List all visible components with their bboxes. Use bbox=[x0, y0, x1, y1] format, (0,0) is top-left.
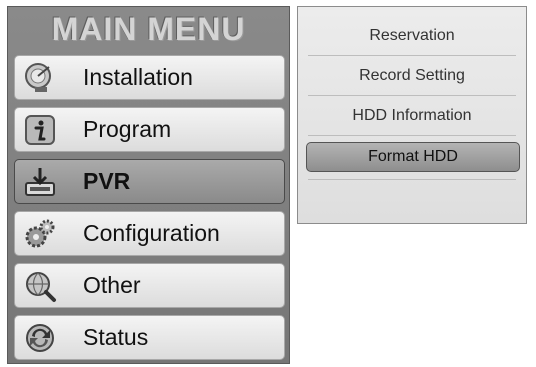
menu-item-label: Status bbox=[83, 324, 149, 350]
globe-search-icon bbox=[23, 269, 57, 303]
submenu-item-reservation[interactable]: Reservation bbox=[308, 17, 516, 56]
menu-item-pvr[interactable]: PVR bbox=[14, 159, 285, 204]
status-arrows-icon bbox=[23, 321, 57, 355]
submenu-item-record-setting[interactable]: Record Setting bbox=[308, 57, 516, 96]
main-menu-list: Installation Program PVR Configuration O… bbox=[14, 55, 285, 367]
menu-item-label: Configuration bbox=[83, 220, 220, 246]
menu-item-label: Other bbox=[83, 272, 141, 298]
satellite-dish-icon bbox=[23, 61, 57, 95]
submenu-divider bbox=[308, 179, 516, 180]
main-menu-title: MAIN MENU bbox=[51, 11, 246, 47]
gears-icon bbox=[23, 217, 57, 251]
menu-item-other[interactable]: Other bbox=[14, 263, 285, 308]
menu-item-label: PVR bbox=[83, 168, 131, 194]
menu-item-label: Installation bbox=[83, 64, 193, 90]
pvr-submenu-panel: Reservation Record Setting HDD Informati… bbox=[297, 6, 527, 224]
pvr-download-icon bbox=[23, 165, 57, 199]
main-menu-panel: MAIN MENU Installation Program PVR Confi… bbox=[7, 6, 290, 364]
menu-item-label: Program bbox=[83, 116, 172, 142]
menu-item-configuration[interactable]: Configuration bbox=[14, 211, 285, 256]
menu-item-installation[interactable]: Installation bbox=[14, 55, 285, 100]
submenu-item-format-hdd[interactable]: Format HDD bbox=[306, 142, 520, 172]
menu-item-status[interactable]: Status bbox=[14, 315, 285, 360]
menu-item-program[interactable]: Program bbox=[14, 107, 285, 152]
submenu-item-hdd-information[interactable]: HDD Information bbox=[308, 97, 516, 136]
info-icon bbox=[23, 113, 57, 147]
